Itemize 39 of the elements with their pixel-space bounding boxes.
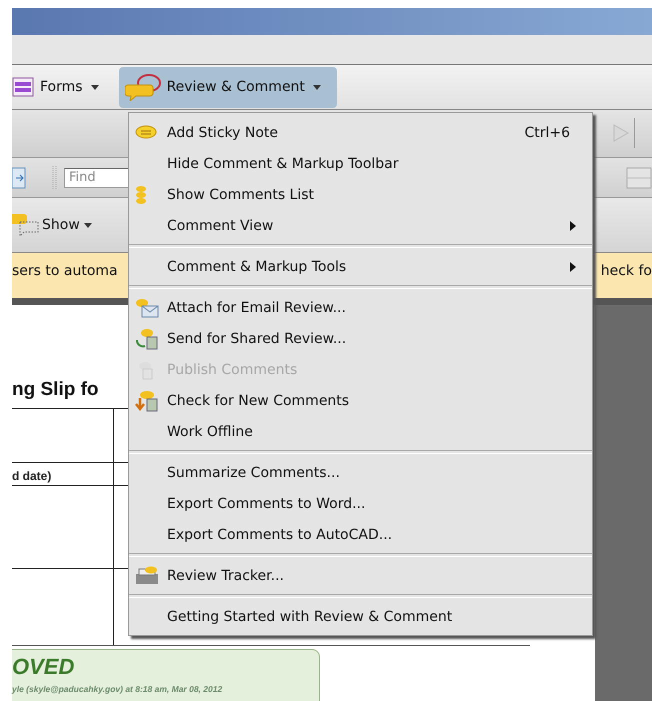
stacked-bubbles-icon [135, 184, 147, 204]
separator-icon [634, 118, 636, 148]
menu-item[interactable]: Review Tracker... [129, 560, 592, 591]
table-cell: d date) [12, 469, 52, 483]
tracker-icon [135, 566, 159, 586]
menu-item[interactable]: Add Sticky Note Ctrl+6 [129, 117, 592, 148]
stamp-detail: yle (skyle@paducahky.gov) at 8:18 am, Mar 08, 2012 [12, 684, 224, 694]
menu-item[interactable]: Summarize Comments... [129, 457, 592, 488]
menu-item[interactable]: Getting Started with Review & Comment [129, 601, 592, 632]
envelope-icon [135, 298, 159, 318]
notice-text: sers to automa [12, 263, 118, 279]
toolbar-button[interactable]: Review & Comment [118, 66, 337, 108]
submenu-arrow-icon [570, 262, 576, 272]
check-comments-icon [135, 390, 159, 412]
menu-item[interactable]: Send for Shared Review... [129, 323, 592, 354]
menu-item[interactable]: Work Offline [129, 416, 592, 447]
sticky-note-icon [135, 124, 157, 140]
stamp-title: OVED [12, 654, 76, 680]
menu-item[interactable]: Comment & Markup Tools [129, 251, 592, 282]
toolbar-button[interactable]: Forms [12, 66, 109, 108]
notice-text: heck fo [600, 263, 652, 279]
form-icon [12, 76, 34, 98]
page-icon [626, 166, 652, 190]
document-heading: ng Slip fo [12, 379, 99, 401]
caret-icon [90, 84, 99, 90]
caret-icon [312, 84, 321, 90]
submenu-arrow-icon [570, 220, 576, 230]
caret-icon [84, 222, 92, 228]
shared-review-icon [135, 328, 159, 350]
menu-item[interactable]: Export Comments to Word... [129, 488, 592, 519]
menu-item[interactable]: Check for New Comments [129, 385, 592, 416]
menu-item[interactable]: Attach for Email Review... [129, 292, 592, 323]
show-button[interactable]: Show [12, 212, 92, 238]
menu-item[interactable]: Export Comments to AutoCAD... [129, 519, 592, 550]
grip-icon [52, 164, 58, 190]
page-fit-icon [12, 166, 26, 188]
speech-bubbles-icon [124, 73, 161, 101]
menu-item[interactable]: Comment View [129, 210, 592, 241]
comment-bubble-icon [12, 212, 40, 238]
